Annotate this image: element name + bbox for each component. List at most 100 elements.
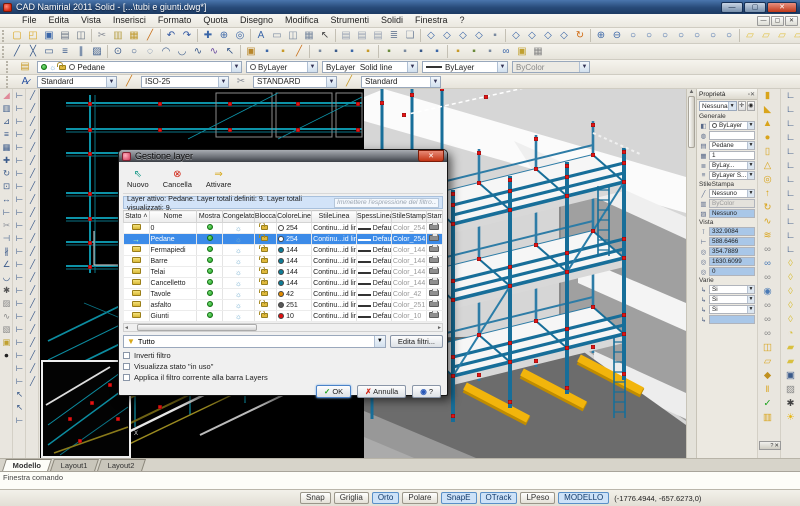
- zoom-object-icon[interactable]: ○: [689, 29, 705, 43]
- maximize-button[interactable]: ▢: [744, 2, 766, 13]
- view-se-iso-icon[interactable]: ◇: [524, 29, 540, 43]
- draw-sketch-icon[interactable]: ╱: [26, 258, 39, 271]
- menu-disegno[interactable]: Disegno: [234, 14, 279, 27]
- draw-boundary-icon[interactable]: ╱: [26, 323, 39, 336]
- draw-ellipse-icon[interactable]: ╱: [26, 219, 39, 232]
- image-b-icon[interactable]: ▪: [397, 45, 413, 59]
- solid-fill-icon[interactable]: ▪: [450, 45, 466, 59]
- dim-text-edit-icon[interactable]: ⊢: [13, 258, 26, 271]
- sheet-set-b-icon[interactable]: ▤: [354, 29, 370, 43]
- dim-continue-icon[interactable]: ⊢: [13, 245, 26, 258]
- layer-row-0[interactable]: 0☼254Continu...id line DefaultColor_254: [124, 223, 443, 234]
- empty-field[interactable]: [709, 131, 755, 140]
- rectangle-icon[interactable]: ▭: [41, 45, 57, 59]
- circle-center-icon[interactable]: ⊙: [110, 45, 126, 59]
- named-view-icon[interactable]: ▪: [487, 29, 503, 43]
- dim-style-tool-icon[interactable]: ⊢: [13, 284, 26, 297]
- ucs-x-icon[interactable]: ∟: [782, 201, 800, 215]
- draw-circle-icon[interactable]: ╱: [26, 180, 39, 193]
- view-front-icon[interactable]: ◇: [439, 29, 455, 43]
- mleader-add-icon[interactable]: ↖: [13, 401, 26, 414]
- mdi-restore-button[interactable]: ▢: [771, 16, 784, 26]
- note-2-icon[interactable]: ▱: [758, 29, 774, 43]
- zoom-center-icon[interactable]: ○: [673, 29, 689, 43]
- render-tool-icon[interactable]: ▣: [782, 369, 800, 383]
- dim-leader-icon[interactable]: ⊢: [13, 154, 26, 167]
- push-a-icon[interactable]: ▪: [466, 45, 482, 59]
- region-b-icon[interactable]: ▪: [275, 45, 291, 59]
- ucs-object-icon[interactable]: ∟: [782, 117, 800, 131]
- trim-icon[interactable]: ✂: [0, 219, 13, 232]
- chevron-down-icon[interactable]: ▼: [307, 62, 317, 72]
- filter-expression-input[interactable]: [334, 198, 439, 208]
- close-button[interactable]: ✕: [767, 2, 797, 13]
- solid-torus-icon[interactable]: ◎: [759, 173, 777, 187]
- chevron-down-icon[interactable]: ▼: [231, 62, 241, 72]
- break-icon[interactable]: ∦: [0, 245, 13, 258]
- plane-d-icon[interactable]: ◊: [782, 299, 800, 313]
- dim-baseline-icon[interactable]: ⊢: [13, 232, 26, 245]
- chevron-down-icon[interactable]: ▼: [430, 77, 440, 87]
- hatch-edit-icon[interactable]: ▨: [0, 297, 13, 310]
- regen-icon[interactable]: ↻: [572, 29, 588, 43]
- menu-vista[interactable]: Vista: [75, 14, 107, 27]
- draw-region-icon[interactable]: ╱: [26, 284, 39, 297]
- sheet-set-a-icon[interactable]: ▤: [338, 29, 354, 43]
- boolean-b-icon[interactable]: ∞: [759, 313, 777, 327]
- sheet-set-c-icon[interactable]: ▤: [370, 29, 386, 43]
- zoom-dynamic-icon[interactable]: ○: [641, 29, 657, 43]
- zoom-all-icon[interactable]: ○: [705, 29, 721, 43]
- boolean-a-icon[interactable]: ∞: [759, 299, 777, 313]
- dim-jog-icon[interactable]: ⊢: [13, 323, 26, 336]
- view-nw-iso-icon[interactable]: ◇: [556, 29, 572, 43]
- image-c-icon[interactable]: ▪: [413, 45, 429, 59]
- pointer-icon[interactable]: ↖: [317, 29, 333, 43]
- image-a-icon[interactable]: ▪: [381, 45, 397, 59]
- view-side-icon[interactable]: ◇: [455, 29, 471, 43]
- vista-value-field[interactable]: 354.7889: [709, 247, 755, 256]
- dim-break-icon[interactable]: ⊢: [13, 310, 26, 323]
- column-header-congelato[interactable]: Congelato: [222, 211, 254, 223]
- status-toggle-polare[interactable]: Polare: [402, 492, 437, 504]
- tab-modello[interactable]: Modello: [2, 459, 52, 471]
- draw-spline-icon[interactable]: ╱: [26, 206, 39, 219]
- ucs-previous-icon[interactable]: ∟: [782, 103, 800, 117]
- solid-extrude-icon[interactable]: ↑: [759, 187, 777, 201]
- extend-icon[interactable]: ⊣: [0, 232, 13, 245]
- menu-?[interactable]: ?: [454, 14, 471, 27]
- draw-ray-icon[interactable]: ╱: [26, 102, 39, 115]
- thickness-field[interactable]: 1: [709, 151, 755, 160]
- ucs-zaxis-icon[interactable]: ∟: [782, 173, 800, 187]
- toolbar-grip[interactable]: [6, 61, 11, 73]
- table-horizontal-scrollbar[interactable]: ◄►: [123, 323, 443, 332]
- solid-sphere-icon[interactable]: ●: [759, 131, 777, 145]
- column-header-colorelinea[interactable]: ColoreLinea: [277, 211, 312, 223]
- hatch-tool-icon[interactable]: ▨: [89, 45, 105, 59]
- section-icon[interactable]: ▱: [759, 355, 777, 369]
- draw-line-icon[interactable]: ╱: [26, 89, 39, 102]
- vertical-scrollbar[interactable]: ▲: [686, 89, 696, 458]
- new-layer-button[interactable]: ⇖Nuovo: [127, 169, 149, 189]
- plane-fan-icon[interactable]: ◔: [782, 327, 800, 341]
- status-toggle-snap[interactable]: Snap: [300, 492, 331, 504]
- text-style-icon[interactable]: A̷: [17, 75, 33, 89]
- tab-layout1[interactable]: Layout1: [50, 459, 99, 471]
- note-3-icon[interactable]: ▱: [774, 29, 790, 43]
- draw-points-icon[interactable]: ╱: [26, 245, 39, 258]
- draw-revcloud-icon[interactable]: ╱: [26, 193, 39, 206]
- gear-render-icon[interactable]: ✱: [782, 397, 800, 411]
- dim-space-icon[interactable]: ⊢: [13, 336, 26, 349]
- view-top-icon[interactable]: ◇: [423, 29, 439, 43]
- varie-value-field[interactable]: Si▼: [709, 285, 755, 294]
- construction-line-icon[interactable]: ╳: [25, 45, 41, 59]
- solid-cylinder-icon[interactable]: ▯: [759, 145, 777, 159]
- dim-update-icon[interactable]: ⊢: [13, 271, 26, 284]
- group-icon[interactable]: ▣: [0, 336, 13, 349]
- zoom-in-icon[interactable]: ⊕: [593, 29, 609, 43]
- status-toggle-griglia[interactable]: Griglia: [334, 492, 369, 504]
- lock-tool-icon[interactable]: ▣: [514, 45, 530, 59]
- light-sun-icon[interactable]: ☀: [782, 411, 800, 425]
- ucs-origin-icon[interactable]: ∟: [782, 159, 800, 173]
- dim-linear-icon[interactable]: ⊢: [13, 89, 26, 102]
- vista-value-field[interactable]: 588.6466: [709, 237, 755, 246]
